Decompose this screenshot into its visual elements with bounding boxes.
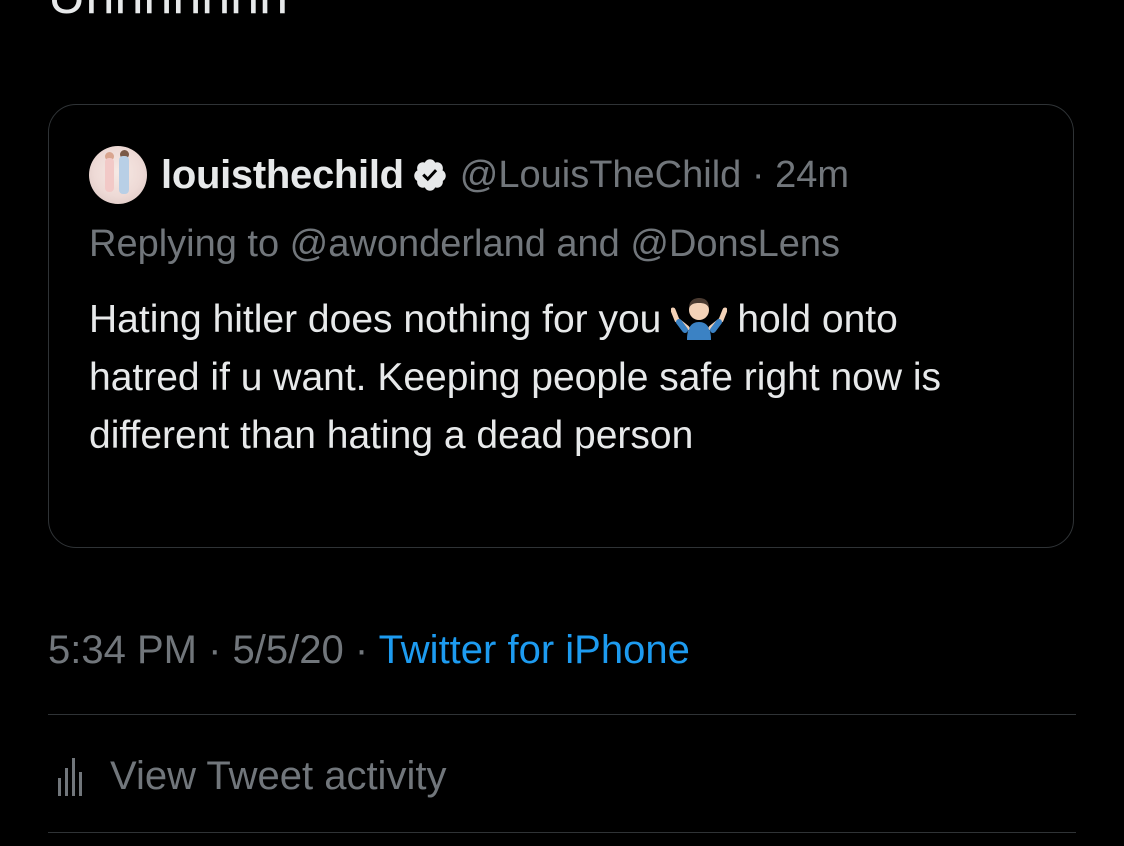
handle-and-time: @LouisTheChild · 24m [460, 154, 849, 197]
timestamp[interactable]: 24m [775, 154, 849, 196]
quoted-tweet-body: Hating hitler does nothing for you hold … [89, 291, 989, 465]
separator: · [343, 628, 379, 672]
quoted-tweet-card[interactable]: louisthechild @LouisTheChild · 24m Reply… [48, 104, 1074, 548]
verified-badge-icon [414, 159, 446, 191]
separator: · [741, 153, 776, 196]
analytics-bars-icon [58, 758, 82, 796]
separator: · [196, 628, 233, 672]
person-shrugging-emoji-icon [671, 298, 728, 340]
body-text-part1: Hating hitler does nothing for you [89, 298, 662, 341]
display-name[interactable]: louisthechild [161, 153, 404, 198]
tweet-meta: 5:34 PM · 5/5/20 · Twitter for iPhone [48, 620, 690, 680]
replying-to: Replying to @awonderland and @DonsLens [89, 223, 841, 265]
handle[interactable]: @LouisTheChild [460, 154, 742, 196]
view-tweet-activity-button[interactable]: View Tweet activity [56, 746, 446, 806]
avatar[interactable] [89, 146, 147, 204]
divider [48, 832, 1076, 833]
tweet-date[interactable]: 5/5/20 [233, 628, 344, 672]
quoted-tweet-header: louisthechild @LouisTheChild · 24m [89, 145, 849, 205]
tweet-text-fragment: Uhhhhhhh [48, 0, 288, 26]
view-tweet-activity-label: View Tweet activity [110, 753, 447, 798]
divider [48, 714, 1076, 715]
tweet-source-link[interactable]: Twitter for iPhone [379, 628, 690, 672]
tweet-time[interactable]: 5:34 PM [48, 628, 197, 672]
